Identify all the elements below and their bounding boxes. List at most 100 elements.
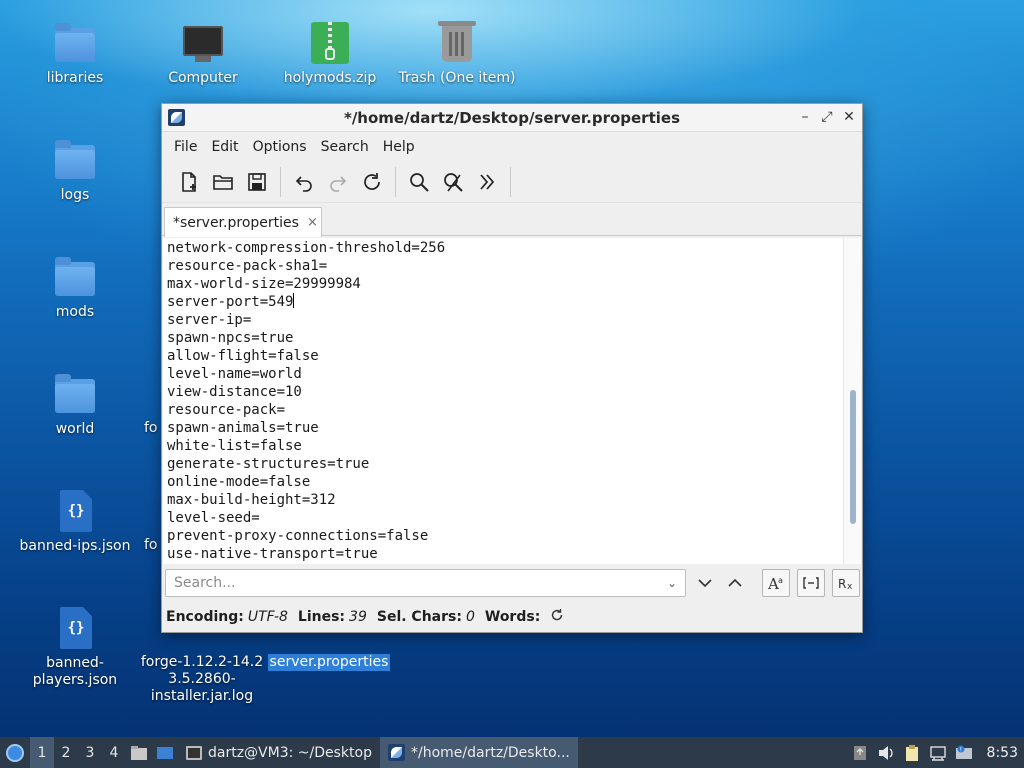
desktop-icon-server-properties[interactable]: server.properties (264, 654, 394, 671)
tab-bar: *server.properties × (162, 203, 862, 237)
save-icon[interactable] (240, 166, 274, 198)
task-label: */home/dartz/Deskto... (410, 744, 570, 761)
toolbar (162, 161, 862, 203)
start-menu-button[interactable] (0, 737, 30, 768)
network-icon[interactable] (929, 744, 947, 762)
editor-line[interactable]: view-distance=10 (167, 383, 445, 401)
desktop-icon-label: server.properties (267, 654, 391, 671)
desktop-icon-world[interactable]: world (10, 373, 140, 438)
file-manager-launcher-icon[interactable] (126, 737, 152, 768)
editor-line[interactable]: prevent-proxy-connections=false (167, 527, 445, 545)
editor-line[interactable]: max-build-height=312 (167, 491, 445, 509)
desktop-icon-forge-log[interactable]: forge-1.12.2-14.2 3.5.2860- installer.ja… (137, 654, 267, 705)
selchars-label: Sel. Chars: (376, 609, 462, 625)
json-file-icon: {} (53, 490, 97, 534)
volume-icon[interactable] (877, 744, 895, 762)
desktop-icon-trash[interactable]: Trash (One item) (392, 21, 522, 87)
desktop-icon-label: forge-1.12.2-14.2 3.5.2860- installer.ja… (140, 654, 264, 704)
lines-value: 39 (349, 609, 367, 625)
search-input[interactable] (174, 575, 644, 591)
tab-close-icon[interactable]: × (307, 215, 318, 230)
folder-icon (53, 256, 97, 300)
workspace-2[interactable]: 2 (54, 737, 78, 768)
status-bar: Encoding: UTF-8 Lines: 39 Sel. Chars: 0 … (162, 603, 862, 631)
scrollbar-thumb[interactable] (850, 390, 856, 524)
reload-icon[interactable] (355, 166, 389, 198)
editor-line[interactable]: use-native-transport=true (167, 545, 445, 563)
desktop-icon-label: banned- players.json (32, 655, 118, 688)
editor-line[interactable]: server-ip= (167, 311, 445, 329)
desktop-icon-banned-ips[interactable]: {} banned-ips.json (10, 490, 140, 555)
desktop-icon-label: world (55, 421, 95, 437)
editor-line[interactable]: spawn-npcs=true (167, 329, 445, 347)
workspace-1[interactable]: 1 (30, 737, 54, 768)
editor-line[interactable]: level-seed= (167, 509, 445, 527)
editor-line[interactable]: server-port=549 (167, 293, 445, 311)
new-document-icon[interactable] (172, 166, 206, 198)
task-text-editor[interactable]: */home/dartz/Deskto... (379, 737, 578, 768)
editor-line[interactable]: generate-structures=true (167, 455, 445, 473)
clipboard-icon[interactable] (903, 744, 921, 762)
regex-toggle[interactable]: Rx (832, 569, 860, 597)
svg-text:!: ! (959, 746, 961, 753)
editor-line[interactable]: allow-flight=false (167, 347, 445, 365)
desktop-icon-label: Computer (168, 70, 238, 86)
editor-line[interactable]: white-list=false (167, 437, 445, 455)
whole-word-toggle[interactable] (797, 569, 825, 597)
find-replace-icon[interactable] (436, 166, 470, 198)
minimize-button[interactable]: – (798, 108, 812, 126)
tab-server-properties[interactable]: *server.properties × (164, 207, 322, 237)
encoding-label: Encoding: (166, 609, 244, 625)
editor-line[interactable]: network-compression-threshold=256 (167, 239, 445, 257)
search-combobox[interactable]: ⌄ (165, 569, 686, 597)
desktop-icon-holymods-zip[interactable]: holymods.zip (265, 22, 395, 87)
open-folder-icon[interactable] (206, 166, 240, 198)
match-case-toggle[interactable]: Aa (762, 569, 790, 597)
task-terminal[interactable]: dartz@VM3: ~/Desktop (178, 737, 380, 768)
chevron-down-icon[interactable]: ⌄ (667, 576, 677, 590)
clock[interactable]: 8:53 (987, 745, 1018, 761)
undo-icon[interactable] (287, 166, 321, 198)
desktop-icon-label: banned-ips.json (19, 538, 131, 554)
desktop-icon-computer[interactable]: Computer (138, 22, 268, 87)
editor-line[interactable]: max-world-size=29999984 (167, 275, 445, 293)
updates-icon[interactable] (851, 744, 869, 762)
computer-icon (181, 22, 225, 66)
show-desktop-icon[interactable] (152, 737, 178, 768)
editor-line[interactable]: resource-pack-sha1= (167, 257, 445, 275)
selchars-value: 0 (465, 609, 475, 625)
notification-icon[interactable]: ! (955, 744, 973, 762)
folder-icon (53, 22, 97, 66)
taskbar: 1 2 3 4 dartz@VM3: ~/Desktop */home/dart… (0, 737, 1024, 768)
find-next-button[interactable] (690, 569, 720, 597)
window-titlebar[interactable]: */home/dartz/Desktop/server.properties –… (162, 104, 862, 132)
editor-line[interactable]: spawn-animals=true (167, 419, 445, 437)
editor-line[interactable]: level-name=world (167, 365, 445, 383)
desktop-icon-logs[interactable]: logs (10, 139, 140, 204)
redo-icon[interactable] (321, 166, 355, 198)
menu-help[interactable]: Help (377, 136, 421, 158)
close-button[interactable]: ✕ (842, 108, 856, 126)
find-icon[interactable] (402, 166, 436, 198)
workspace-4[interactable]: 4 (102, 737, 126, 768)
refresh-word-count-icon[interactable] (550, 608, 564, 626)
text-editor-area[interactable]: network-compression-threshold=256 resourc… (163, 238, 861, 564)
desktop-icon-mods[interactable]: mods (10, 256, 140, 321)
menu-file[interactable]: File (168, 136, 203, 158)
menu-options[interactable]: Options (247, 136, 313, 158)
encoding-value: UTF-8 (247, 609, 288, 625)
task-label: dartz@VM3: ~/Desktop (208, 744, 372, 761)
desktop-icon-libraries[interactable]: libraries (10, 22, 140, 87)
menu-search[interactable]: Search (315, 136, 375, 158)
menu-edit[interactable]: Edit (205, 136, 244, 158)
folder-icon (53, 139, 97, 183)
maximize-button[interactable]: ⤢ (820, 108, 834, 126)
editor-line[interactable]: resource-pack= (167, 401, 445, 419)
editor-lines: network-compression-threshold=256 resourc… (167, 239, 445, 563)
editor-line[interactable]: online-mode=false (167, 473, 445, 491)
find-previous-button[interactable] (720, 569, 750, 597)
desktop-icon-banned-players[interactable]: {} banned- players.json (10, 607, 140, 689)
go-to-icon[interactable] (470, 166, 504, 198)
vertical-scrollbar[interactable] (843, 238, 861, 564)
workspace-3[interactable]: 3 (78, 737, 102, 768)
